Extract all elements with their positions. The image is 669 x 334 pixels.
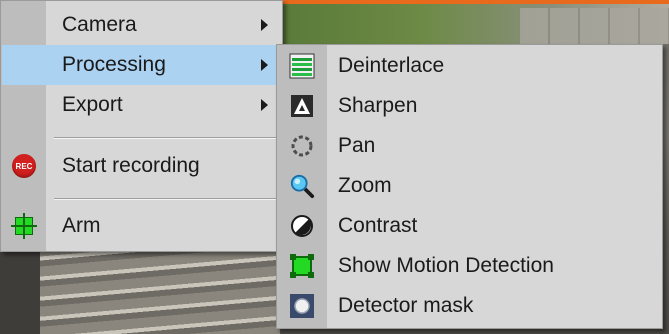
menu-item-export[interactable]: Export xyxy=(1,85,282,125)
background-orange-strip xyxy=(276,0,669,4)
menu-item-detector-mask[interactable]: Detector mask xyxy=(277,286,662,326)
menu-item-label: Contrast xyxy=(338,214,418,237)
submenu-arrow-icon xyxy=(261,59,268,71)
submenu-arrow-icon xyxy=(261,99,268,111)
menu-item-label: Pan xyxy=(338,134,376,157)
record-icon: REC xyxy=(12,154,36,178)
menu-item-label: Zoom xyxy=(338,174,392,197)
menu-item-camera[interactable]: Camera xyxy=(1,5,282,45)
detector-mask-icon xyxy=(289,293,315,319)
menu-item-start-recording[interactable]: REC Start recording xyxy=(1,146,282,186)
menu-item-arm[interactable]: Arm xyxy=(1,206,282,246)
processing-submenu: Deinterlace Sharpen Pan Zoom Contrast Sh… xyxy=(276,44,663,329)
menu-item-label: Arm xyxy=(62,214,101,237)
menu-item-pan[interactable]: Pan xyxy=(277,126,662,166)
menu-separator xyxy=(54,198,276,200)
context-menu: Camera Processing Export REC Start recor… xyxy=(0,0,283,252)
menu-item-label: Sharpen xyxy=(338,94,418,117)
menu-item-label: Show Motion Detection xyxy=(338,254,554,277)
menu-item-label: Deinterlace xyxy=(338,54,445,77)
menu-item-label: Processing xyxy=(62,53,166,76)
menu-item-label: Camera xyxy=(62,13,137,36)
menu-item-label: Detector mask xyxy=(338,294,474,317)
menu-item-label: Export xyxy=(62,93,123,116)
menu-item-deinterlace[interactable]: Deinterlace xyxy=(277,46,662,86)
submenu-arrow-icon xyxy=(261,19,268,31)
menu-item-sharpen[interactable]: Sharpen xyxy=(277,86,662,126)
menu-separator xyxy=(54,137,276,139)
motion-detection-icon xyxy=(289,253,315,279)
menu-item-show-motion-detection[interactable]: Show Motion Detection xyxy=(277,246,662,286)
pan-icon xyxy=(289,133,315,159)
arm-icon xyxy=(11,213,37,239)
deinterlace-icon xyxy=(289,53,315,79)
sharpen-icon xyxy=(289,93,315,119)
menu-item-label: Start recording xyxy=(62,154,200,177)
zoom-icon xyxy=(289,173,315,199)
background-steps xyxy=(0,250,280,334)
contrast-icon xyxy=(289,213,315,239)
menu-item-processing[interactable]: Processing xyxy=(2,45,281,85)
background-shadow xyxy=(0,250,40,334)
background-pavers xyxy=(520,8,669,44)
menu-item-contrast[interactable]: Contrast xyxy=(277,206,662,246)
menu-item-zoom[interactable]: Zoom xyxy=(277,166,662,206)
